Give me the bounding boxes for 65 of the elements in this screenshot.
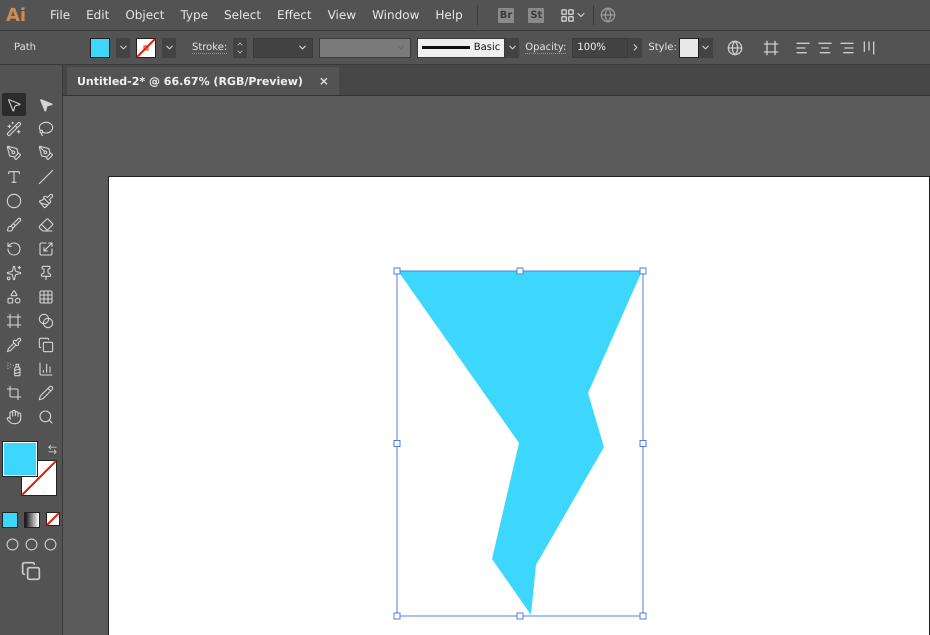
document-tab[interactable]: Untitled-2* @ 66.67% (RGB/Preview) × — [67, 67, 339, 95]
tool-button[interactable] — [2, 93, 26, 116]
menu-item[interactable]: Object — [117, 8, 172, 22]
none-mode-button[interactable] — [46, 512, 60, 526]
curvature-pen-icon — [38, 144, 54, 160]
app-launch-button[interactable]: Br — [498, 8, 514, 22]
line-icon — [38, 168, 54, 184]
brush-name: Basic — [474, 42, 500, 53]
direct-selection-arrow-icon — [38, 96, 54, 112]
magic-wand-icon — [6, 120, 22, 136]
zoom-icon — [38, 408, 54, 424]
color-mode-button[interactable] — [2, 512, 18, 528]
stroke-weight-field[interactable] — [253, 38, 314, 58]
graphic-style-swatch[interactable] — [678, 38, 699, 58]
perspective-grid-icon — [38, 288, 54, 304]
app-logo: Ai — [6, 4, 28, 26]
selection-arrow-icon — [6, 96, 22, 112]
scale-icon — [38, 240, 54, 256]
eyedropper-icon — [6, 336, 22, 352]
stroke-weight-stepper[interactable] — [233, 38, 248, 58]
brush-dropdown[interactable] — [505, 38, 520, 58]
warp-icon — [6, 264, 22, 280]
gradient-mode-button[interactable] — [24, 512, 40, 528]
opacity-label[interactable]: Opacity: — [525, 42, 566, 54]
pen-icon — [6, 144, 22, 160]
pin-icon — [38, 264, 54, 280]
fill-color-swatch[interactable] — [90, 38, 110, 58]
opacity-expand-button[interactable] — [628, 38, 642, 58]
menu-item[interactable]: Help — [427, 8, 471, 22]
type-icon — [6, 168, 22, 184]
brush-stroke-preview — [422, 46, 470, 49]
menu-item[interactable]: Type — [172, 8, 216, 22]
menu-item[interactable]: Edit — [78, 8, 118, 22]
fill-dropdown[interactable] — [116, 38, 130, 58]
opacity-field[interactable]: 100% — [572, 38, 628, 58]
menu-item[interactable]: Effect — [269, 8, 320, 22]
style-label[interactable]: Style: — [648, 42, 677, 53]
menu-item[interactable]: File — [42, 8, 78, 22]
stroke-none-swatch[interactable] — [136, 38, 156, 58]
lasso-icon — [38, 120, 54, 136]
rotate-icon — [6, 240, 22, 256]
ellipse-icon — [6, 192, 22, 208]
align-left-icon[interactable] — [794, 40, 811, 56]
column-graph-icon — [38, 360, 54, 376]
stroke-label[interactable]: Stroke: — [192, 42, 228, 54]
stroke-none-swatch[interactable] — [21, 460, 57, 496]
brush-field[interactable]: Basic — [417, 38, 506, 58]
paintbrush-icon — [38, 192, 54, 208]
app-launch-button[interactable]: St — [528, 8, 544, 22]
document-title: Untitled-2* @ 66.67% (RGB/Preview) — [77, 74, 303, 88]
swap-colors-icon[interactable] — [47, 444, 58, 455]
menu-item[interactable]: Select — [216, 8, 270, 22]
style-dropdown[interactable] — [698, 38, 713, 58]
menu-item[interactable]: Window — [364, 8, 428, 22]
menu-item[interactable]: View — [320, 8, 364, 22]
align-center-icon[interactable] — [816, 40, 833, 56]
hand-icon — [6, 408, 22, 424]
blob-brush-icon — [6, 216, 22, 232]
eraser-icon — [38, 216, 54, 232]
align-right-icon[interactable] — [838, 40, 855, 56]
workspace-layout-icon[interactable] — [560, 8, 576, 22]
shape-builder-icon — [6, 288, 22, 304]
close-tab-button[interactable]: × — [318, 74, 329, 88]
selection-type-label: Path — [14, 42, 37, 53]
stroke-dropdown[interactable] — [162, 38, 176, 58]
